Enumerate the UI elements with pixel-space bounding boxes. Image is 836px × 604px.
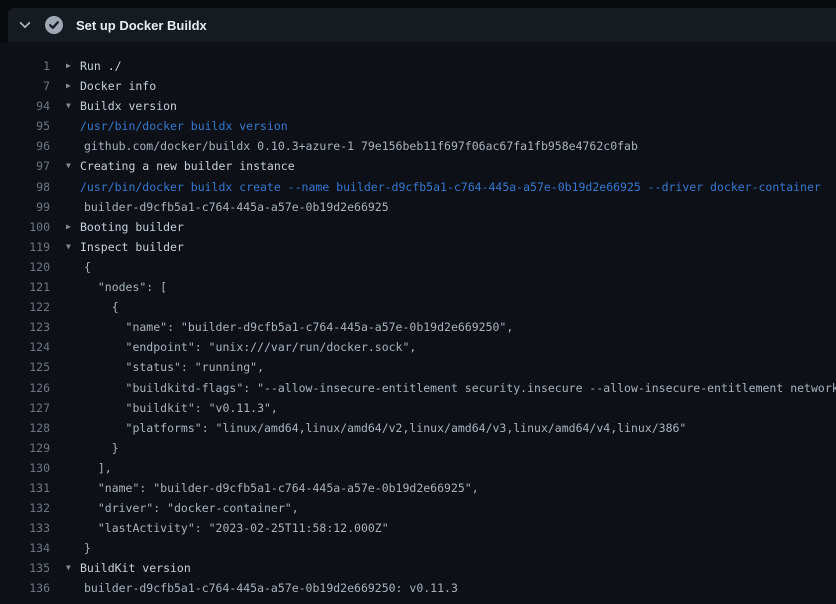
log-text: { — [84, 297, 119, 317]
line-number[interactable]: 127 — [0, 398, 50, 418]
line-number[interactable]: 97 — [0, 156, 50, 176]
log-text: } — [84, 438, 119, 458]
line-number[interactable]: 95 — [0, 116, 50, 136]
chevron-down-icon[interactable] — [18, 18, 32, 32]
line-number[interactable]: 131 — [0, 478, 50, 498]
log-text: ], — [84, 458, 112, 478]
log-line: 122 { — [0, 297, 836, 317]
line-number[interactable]: 1 — [0, 56, 50, 76]
log-line: 128 "platforms": "linux/amd64,linux/amd6… — [0, 418, 836, 438]
log-text: Run ./ — [80, 56, 122, 76]
log-header-area: Set up Docker Buildx — [0, 0, 836, 42]
log-line-group[interactable]: 135 ▼BuildKit version — [0, 558, 836, 578]
log-text: "buildkit": "v0.11.3", — [84, 398, 278, 418]
line-number[interactable]: 120 — [0, 257, 50, 277]
log-text: Creating a new builder instance — [80, 156, 295, 176]
line-number[interactable]: 94 — [0, 96, 50, 116]
log-line-group[interactable]: 100 ▶Booting builder — [0, 217, 836, 237]
line-number[interactable]: 119 — [0, 237, 50, 257]
log-text: Docker info — [80, 76, 156, 96]
log-line: 124 "endpoint": "unix:///var/run/docker.… — [0, 337, 836, 357]
log-text: /usr/bin/docker buildx create --name bui… — [80, 177, 821, 197]
log-text: github.com/docker/buildx 0.10.3+azure-1 … — [84, 136, 638, 156]
check-circle-icon — [45, 16, 63, 34]
log-line: 131 "name": "builder-d9cfb5a1-c764-445a-… — [0, 478, 836, 498]
log-text: "buildkitd-flags": "--allow-insecure-ent… — [84, 378, 836, 398]
log-line: 133 "lastActivity": "2023-02-25T11:58:12… — [0, 518, 836, 538]
log-text: "status": "running", — [84, 357, 264, 377]
group-expanded-icon[interactable]: ▼ — [66, 237, 80, 257]
log-line: 98/usr/bin/docker buildx create --name b… — [0, 177, 836, 197]
log-line: 95/usr/bin/docker buildx version — [0, 116, 836, 136]
log-line: 126 "buildkitd-flags": "--allow-insecure… — [0, 378, 836, 398]
line-number[interactable]: 133 — [0, 518, 50, 538]
log-text: "driver": "docker-container", — [84, 498, 299, 518]
log-line-group[interactable]: 119 ▼Inspect builder — [0, 237, 836, 257]
log-line: 129 } — [0, 438, 836, 458]
log-text: builder-d9cfb5a1-c764-445a-a57e-0b19d2e6… — [84, 197, 389, 217]
group-expanded-icon[interactable]: ▼ — [66, 156, 80, 176]
log-line-group[interactable]: 7 ▶Docker info — [0, 76, 836, 96]
log-text: Booting builder — [80, 217, 184, 237]
log-text: } — [84, 538, 91, 558]
group-expanded-icon[interactable]: ▼ — [66, 96, 80, 116]
log-text: /usr/bin/docker buildx version — [80, 116, 288, 136]
line-number[interactable]: 125 — [0, 357, 50, 377]
log-line: 96 github.com/docker/buildx 0.10.3+azure-… — [0, 136, 836, 156]
line-number[interactable]: 134 — [0, 538, 50, 558]
line-number[interactable]: 128 — [0, 418, 50, 438]
log-line: 134} — [0, 538, 836, 558]
group-expanded-icon[interactable]: ▼ — [66, 558, 80, 578]
log-text: Buildx version — [80, 96, 177, 116]
log-line: 136 builder-d9cfb5a1-c764-445a-a57e-0b19d… — [0, 578, 836, 598]
log-text: "platforms": "linux/amd64,linux/amd64/v2… — [84, 418, 686, 438]
step-header[interactable]: Set up Docker Buildx — [8, 8, 836, 42]
line-number[interactable]: 7 — [0, 76, 50, 96]
line-number[interactable]: 100 — [0, 217, 50, 237]
log-text: "endpoint": "unix:///var/run/docker.sock… — [84, 337, 416, 357]
line-number[interactable]: 135 — [0, 558, 50, 578]
line-number[interactable]: 96 — [0, 136, 50, 156]
line-number[interactable]: 124 — [0, 337, 50, 357]
group-collapsed-icon[interactable]: ▶ — [66, 56, 80, 76]
log-text: BuildKit version — [80, 558, 191, 578]
line-number[interactable]: 98 — [0, 177, 50, 197]
log-text: "nodes": [ — [84, 277, 167, 297]
line-number[interactable]: 129 — [0, 438, 50, 458]
line-number[interactable]: 122 — [0, 297, 50, 317]
log-text: "name": "builder-d9cfb5a1-c764-445a-a57e… — [84, 478, 479, 498]
group-collapsed-icon[interactable]: ▶ — [66, 76, 80, 96]
log-line: 123 "name": "builder-d9cfb5a1-c764-445a-… — [0, 317, 836, 337]
log-line: 99 builder-d9cfb5a1-c764-445a-a57e-0b19d2… — [0, 197, 836, 217]
line-number[interactable]: 123 — [0, 317, 50, 337]
log-line: 120 { — [0, 257, 836, 277]
log-text: Inspect builder — [80, 237, 184, 257]
log-line: 121 "nodes": [ — [0, 277, 836, 297]
log-line: 125 "status": "running", — [0, 357, 836, 377]
group-collapsed-icon[interactable]: ▶ — [66, 217, 80, 237]
line-number[interactable]: 121 — [0, 277, 50, 297]
line-number[interactable]: 132 — [0, 498, 50, 518]
log-text: { — [84, 257, 91, 277]
line-number[interactable]: 136 — [0, 578, 50, 598]
log-line: 127 "buildkit": "v0.11.3", — [0, 398, 836, 418]
log-line-group[interactable]: 94 ▼Buildx version — [0, 96, 836, 116]
log-text: "name": "builder-d9cfb5a1-c764-445a-a57e… — [84, 317, 513, 337]
log-lines-container: 1▶Run ./7▶Docker info94▼Buildx version95… — [0, 42, 836, 604]
line-number[interactable]: 130 — [0, 458, 50, 478]
log-line: 130 ], — [0, 458, 836, 478]
log-line-group[interactable]: 97 ▼Creating a new builder instance — [0, 156, 836, 176]
line-number[interactable]: 126 — [0, 378, 50, 398]
step-title: Set up Docker Buildx — [76, 18, 207, 33]
line-number[interactable]: 99 — [0, 197, 50, 217]
log-text: "lastActivity": "2023-02-25T11:58:12.000… — [84, 518, 389, 538]
log-text: builder-d9cfb5a1-c764-445a-a57e-0b19d2e6… — [84, 578, 458, 598]
log-line-group[interactable]: 1 ▶Run ./ — [0, 56, 836, 76]
log-line: 132 "driver": "docker-container", — [0, 498, 836, 518]
